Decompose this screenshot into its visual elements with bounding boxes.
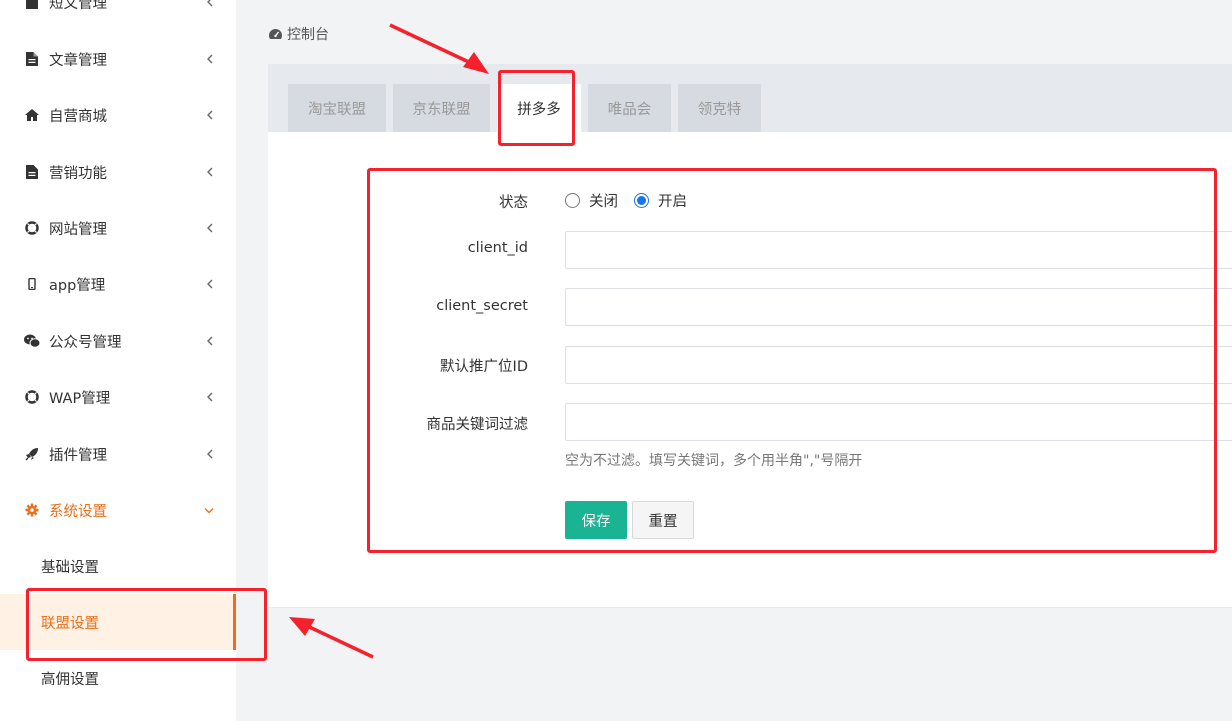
radio-label: 关闭 [589, 193, 618, 210]
sidebar-item-label: app管理 [49, 277, 106, 294]
sidebar-item-label: 网站管理 [49, 221, 107, 238]
file-icon [24, 0, 40, 10]
sidebar-item-mall[interactable]: 自营商城 [0, 95, 236, 135]
sidebar-item-label: 短文管理 [49, 0, 107, 12]
client-id-label: client_id [467, 240, 528, 256]
lifebuoy-icon [24, 389, 40, 405]
home-icon [24, 107, 40, 123]
sidebar-item-label: WAP管理 [49, 390, 111, 407]
chevron-down-icon [203, 503, 215, 517]
client-secret-input[interactable] [565, 288, 1232, 326]
annotation-arrow-icon [289, 617, 374, 659]
keyword-filter-input[interactable] [565, 403, 1232, 441]
chevron-left-icon [203, 447, 215, 461]
tab-jingdong[interactable]: 京东联盟 [393, 84, 490, 132]
status-radio-group: 关闭 开启 [565, 190, 703, 210]
client-secret-label: client_secret [436, 298, 528, 314]
sidebar-item-app[interactable]: app管理 [0, 264, 236, 304]
sidebar-subitem-alliance-settings[interactable]: 联盟设置 [0, 594, 236, 650]
chevron-left-icon [203, 52, 215, 66]
keyword-filter-help: 空为不过滤。填写关键词，多个用半角","号隔开 [565, 453, 863, 469]
sidebar-item-wechat[interactable]: 公众号管理 [0, 321, 236, 361]
rocket-icon [24, 446, 40, 462]
sidebar-item-label: 自营商城 [49, 108, 107, 125]
tab-bar: 淘宝联盟 京东联盟 拼多多 唯品会 领克特 [268, 64, 1232, 132]
wechat-icon [24, 333, 40, 349]
gear-icon [24, 502, 40, 518]
tab-taobao[interactable]: 淘宝联盟 [288, 84, 386, 132]
status-radio-on[interactable]: 开启 [634, 190, 687, 211]
radio-label: 开启 [658, 193, 687, 210]
chevron-left-icon [203, 390, 215, 404]
sidebar: 短文管理 文章管理 自营商城 营销功能 网站管理 app管理 公众号管理 WAP… [0, 0, 236, 721]
sidebar-item-plugins[interactable]: 插件管理 [0, 434, 236, 474]
chevron-left-icon [203, 221, 215, 235]
client-id-input[interactable] [565, 231, 1232, 269]
sidebar-item-marketing[interactable]: 营销功能 [0, 152, 236, 192]
tab-pinduoduo[interactable]: 拼多多 [497, 84, 581, 132]
breadcrumb-label: 控制台 [287, 27, 329, 43]
status-radio-off[interactable]: 关闭 [565, 190, 618, 211]
dashboard-icon [268, 28, 283, 40]
reset-button[interactable]: 重置 [632, 501, 694, 539]
lifebuoy-icon [24, 220, 40, 236]
radio-circle [634, 192, 649, 208]
sidebar-item-label: 营销功能 [49, 165, 107, 182]
sidebar-item-label: 文章管理 [49, 52, 107, 69]
chevron-left-icon [203, 334, 215, 348]
file-icon [24, 164, 40, 180]
sidebar-subitem-basic-settings[interactable]: 基础设置 [0, 538, 236, 594]
tab-vipshop[interactable]: 唯品会 [588, 84, 671, 132]
chevron-left-icon [203, 0, 215, 9]
sidebar-item-website[interactable]: 网站管理 [0, 208, 236, 248]
chevron-left-icon [203, 277, 215, 291]
sidebar-item-label: 公众号管理 [49, 334, 122, 351]
sidebar-item-partial[interactable]: 短文管理 [0, 0, 236, 22]
save-button[interactable]: 保存 [565, 501, 627, 539]
pid-label: 默认推广位ID [440, 359, 528, 375]
sidebar-item-label: 插件管理 [49, 447, 107, 464]
status-label: 状态 [499, 195, 528, 211]
chevron-left-icon [203, 108, 215, 122]
pid-input[interactable] [565, 346, 1232, 384]
keyword-filter-label: 商品关键词过滤 [426, 417, 529, 433]
radio-circle [565, 192, 580, 208]
sidebar-item-articles[interactable]: 文章管理 [0, 39, 236, 79]
mobile-icon [24, 276, 40, 292]
tab-linkstars[interactable]: 领克特 [678, 84, 761, 132]
sidebar-item-label: 系统设置 [49, 503, 107, 520]
breadcrumb[interactable]: 控制台 [268, 24, 329, 44]
chevron-left-icon [203, 165, 215, 179]
sidebar-item-wap[interactable]: WAP管理 [0, 377, 236, 417]
sidebar-item-system-settings[interactable]: 系统设置 [0, 490, 236, 530]
file-icon [24, 51, 40, 67]
sidebar-subitem-commission-settings[interactable]: 高佣设置 [0, 650, 236, 706]
